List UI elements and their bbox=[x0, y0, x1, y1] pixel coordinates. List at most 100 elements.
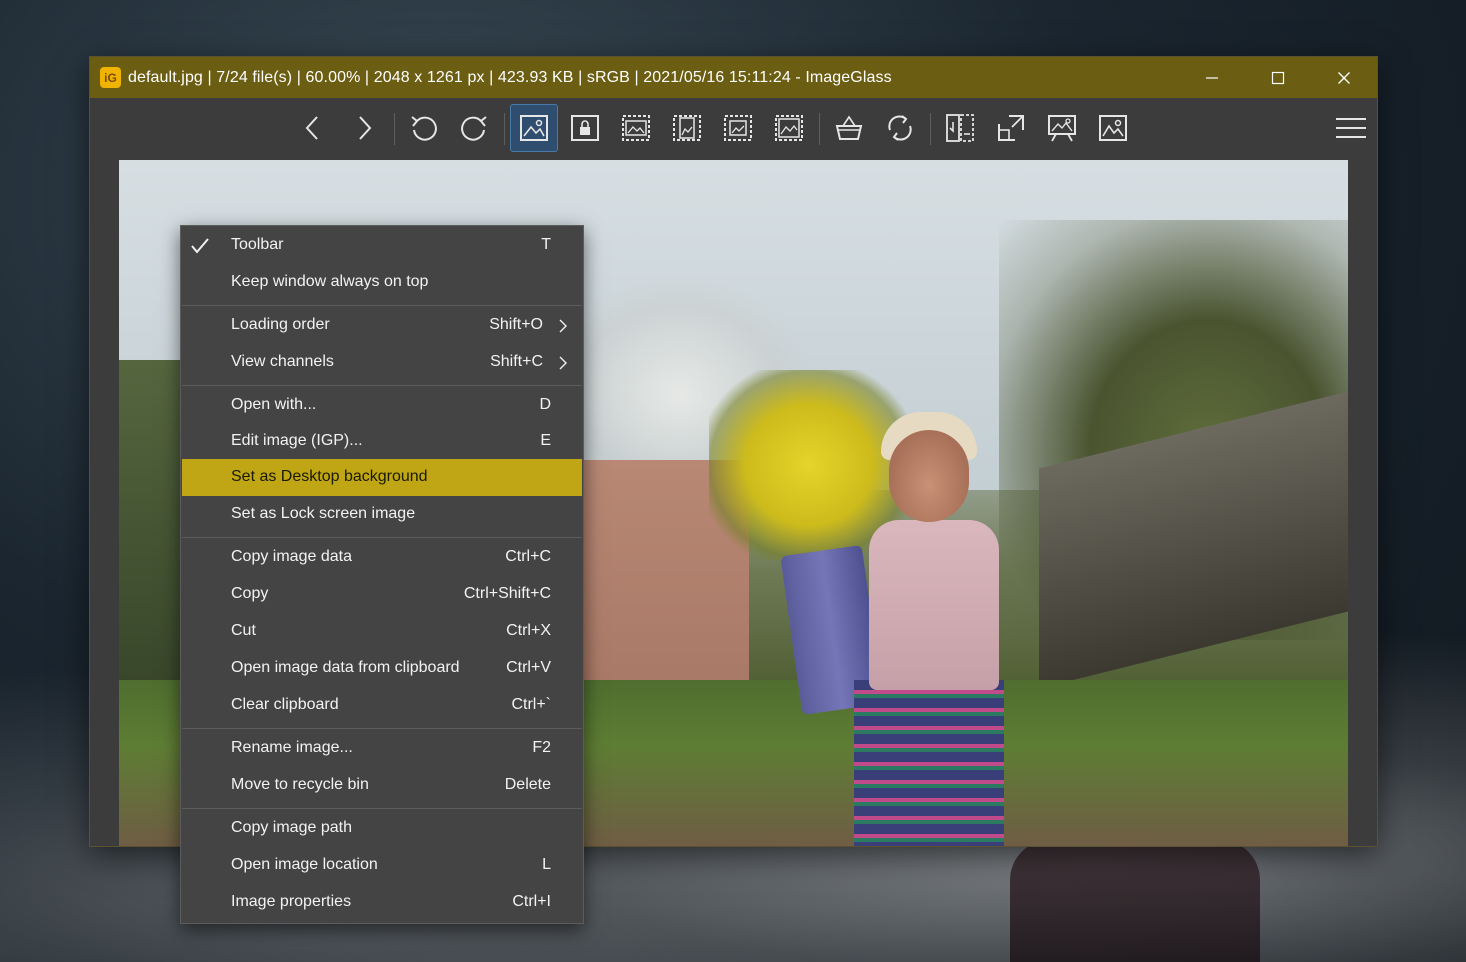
lock-zoom-icon bbox=[571, 115, 599, 141]
menu-separator bbox=[182, 728, 582, 729]
toolbar-separator bbox=[930, 113, 931, 145]
auto-zoom-button[interactable] bbox=[510, 104, 558, 152]
menu-item-shortcut: Ctrl+V bbox=[506, 659, 551, 676]
menu-item-loading-order[interactable]: Loading order Shift+O bbox=[182, 307, 582, 344]
basket-icon bbox=[835, 115, 863, 140]
menu-item-label: Set as Desktop background bbox=[231, 468, 428, 485]
menu-item-edit-image[interactable]: Edit image (IGP)... E bbox=[182, 423, 582, 460]
menu-item-label: Rename image... bbox=[231, 739, 353, 756]
menu-item-label: Copy image path bbox=[231, 819, 352, 836]
scale-to-fill-icon bbox=[775, 115, 803, 141]
viewer-button[interactable] bbox=[1090, 105, 1136, 151]
menu-item-always-on-top[interactable]: Keep window always on top bbox=[182, 264, 582, 301]
close-icon bbox=[1338, 71, 1350, 84]
menu-item-rename-image[interactable]: Rename image... F2 bbox=[182, 730, 582, 767]
adjust-window-button[interactable] bbox=[826, 105, 872, 151]
menu-item-toolbar[interactable]: Toolbar T bbox=[182, 227, 582, 264]
menu-item-shortcut: Ctrl+` bbox=[511, 696, 551, 713]
maximize-button[interactable] bbox=[1245, 57, 1311, 98]
scale-to-width-icon bbox=[622, 115, 650, 141]
photo-girl-skirt bbox=[854, 680, 1004, 846]
menu-item-set-desktop-background[interactable]: Set as Desktop background bbox=[182, 459, 582, 496]
menu-item-label: Keep window always on top bbox=[231, 273, 429, 290]
window-controls bbox=[1179, 57, 1377, 98]
desktop-wallpaper-figure bbox=[1010, 840, 1260, 962]
toolbar-separator bbox=[819, 113, 820, 145]
toolbar bbox=[90, 98, 1377, 160]
toolbar-separator bbox=[504, 113, 505, 145]
scale-to-fit-icon bbox=[724, 115, 752, 141]
hamburger-menu-icon bbox=[1336, 118, 1366, 138]
menu-item-shortcut: Delete bbox=[504, 776, 551, 793]
menu-item-label: Toolbar bbox=[231, 236, 284, 253]
menu-item-open-with[interactable]: Open with... D bbox=[182, 387, 582, 424]
menu-item-image-properties[interactable]: Image properties Ctrl+I bbox=[182, 884, 582, 921]
close-button[interactable] bbox=[1311, 57, 1377, 98]
menu-item-label: Open image data from clipboard bbox=[231, 659, 460, 676]
menu-item-copy-image-data[interactable]: Copy image data Ctrl+C bbox=[182, 539, 582, 576]
window-title: default.jpg | 7/24 file(s) | 60.00% | 20… bbox=[128, 68, 892, 86]
menu-item-label: Open image location bbox=[231, 856, 378, 873]
menu-item-clear-clipboard[interactable]: Clear clipboard Ctrl+` bbox=[182, 687, 582, 724]
menu-item-label: View channels bbox=[231, 353, 334, 370]
menu-separator bbox=[182, 385, 582, 386]
menu-item-label: Copy image data bbox=[231, 548, 352, 565]
menu-item-shortcut: Shift+O bbox=[489, 316, 543, 333]
chevron-right-icon bbox=[359, 116, 372, 140]
previous-image-button[interactable] bbox=[290, 105, 336, 151]
menu-item-label: Set as Lock screen image bbox=[231, 505, 416, 522]
view-image-icon bbox=[1099, 115, 1127, 141]
menu-item-label: Loading order bbox=[231, 316, 330, 333]
chevron-right-icon bbox=[559, 356, 567, 370]
scale-to-width-button[interactable] bbox=[613, 105, 659, 151]
lock-zoom-button[interactable] bbox=[562, 105, 608, 151]
menu-item-open-image-location[interactable]: Open image location L bbox=[182, 847, 582, 884]
slideshow-icon bbox=[1048, 115, 1076, 142]
menu-item-copy[interactable]: Copy Ctrl+Shift+C bbox=[182, 576, 582, 613]
minimize-button[interactable] bbox=[1179, 57, 1245, 98]
slideshow-button[interactable] bbox=[1039, 105, 1085, 151]
menu-item-label: Cut bbox=[231, 622, 256, 639]
menu-separator bbox=[182, 537, 582, 538]
refresh-button[interactable] bbox=[877, 105, 923, 151]
menu-item-shortcut: Ctrl+Shift+C bbox=[463, 585, 551, 602]
menu-item-cut[interactable]: Cut Ctrl+X bbox=[182, 613, 582, 650]
menu-item-label: Clear clipboard bbox=[231, 696, 339, 713]
checkmark-icon bbox=[191, 238, 209, 254]
menu-item-shortcut: E bbox=[540, 432, 551, 449]
menu-item-open-from-clipboard[interactable]: Open image data from clipboard Ctrl+V bbox=[182, 650, 582, 687]
menu-item-shortcut: Ctrl+I bbox=[512, 893, 551, 910]
main-menu-button[interactable] bbox=[1328, 105, 1374, 151]
scale-to-height-icon bbox=[673, 115, 701, 141]
menu-item-shortcut: L bbox=[542, 856, 551, 873]
menu-item-shortcut: Ctrl+X bbox=[506, 622, 551, 639]
scale-to-fill-button[interactable] bbox=[766, 105, 812, 151]
chevron-left-icon bbox=[305, 116, 318, 140]
open-file-button[interactable] bbox=[937, 105, 983, 151]
menu-item-move-to-recycle-bin[interactable]: Move to recycle bin Delete bbox=[182, 767, 582, 804]
menu-item-label: Open with... bbox=[231, 396, 317, 413]
menu-item-copy-image-path[interactable]: Copy image path bbox=[182, 810, 582, 847]
photo-girl-body bbox=[869, 520, 999, 690]
fullscreen-button[interactable] bbox=[988, 105, 1034, 151]
menu-item-view-channels[interactable]: View channels Shift+C bbox=[182, 344, 582, 381]
rotate-right-button[interactable] bbox=[451, 105, 497, 151]
minimize-icon bbox=[1206, 76, 1218, 79]
menu-item-label: Move to recycle bin bbox=[231, 776, 369, 793]
title-bar[interactable]: iG default.jpg | 7/24 file(s) | 60.00% |… bbox=[90, 57, 1377, 98]
open-icon bbox=[946, 114, 974, 142]
next-image-button[interactable] bbox=[341, 105, 387, 151]
refresh-icon bbox=[888, 115, 912, 141]
imageglass-app-icon[interactable]: iG bbox=[100, 67, 121, 88]
maximize-icon bbox=[1271, 71, 1285, 84]
scale-to-height-button[interactable] bbox=[664, 105, 710, 151]
menu-item-set-lock-screen[interactable]: Set as Lock screen image bbox=[182, 496, 582, 533]
menu-item-shortcut: F2 bbox=[532, 739, 551, 756]
menu-separator bbox=[182, 305, 582, 306]
menu-item-label: Edit image (IGP)... bbox=[231, 432, 363, 449]
menu-item-shortcut: D bbox=[539, 396, 551, 413]
menu-item-label: Image properties bbox=[231, 893, 352, 910]
rotate-left-button[interactable] bbox=[401, 105, 447, 151]
chevron-right-icon bbox=[559, 319, 567, 333]
scale-to-fit-button[interactable] bbox=[715, 105, 761, 151]
